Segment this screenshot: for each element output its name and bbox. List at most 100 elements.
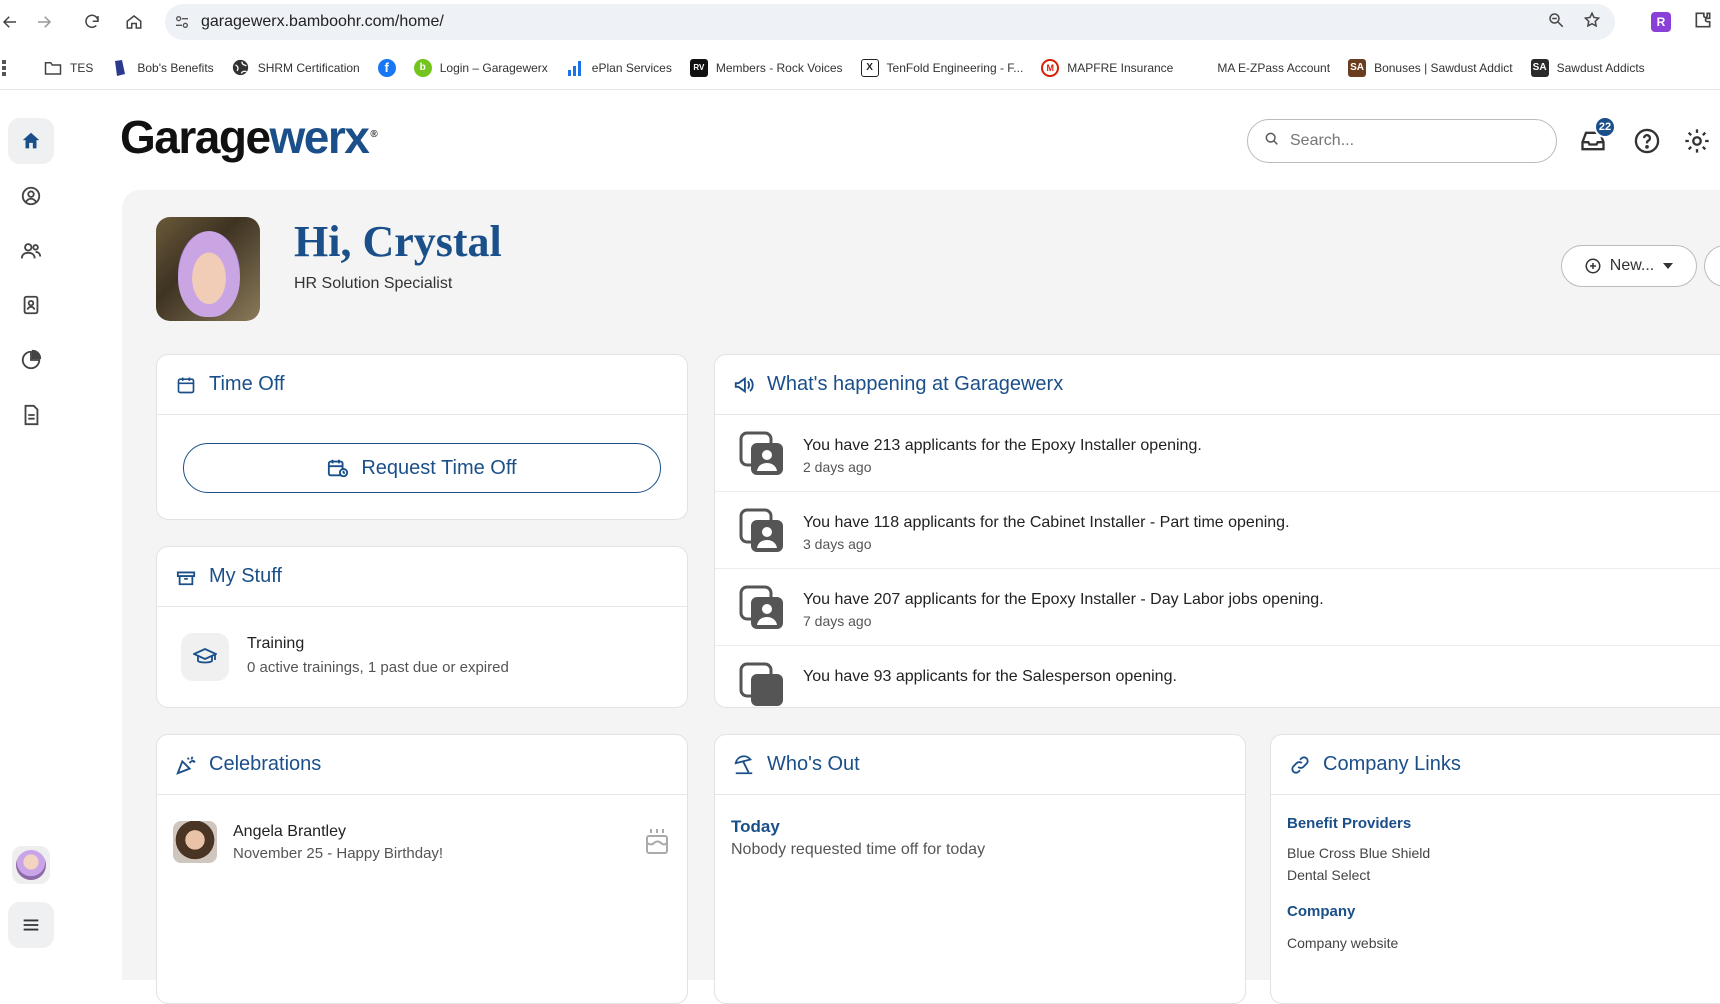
search-box[interactable]	[1247, 119, 1557, 163]
applicants-icon	[739, 662, 783, 706]
avatar	[178, 231, 240, 317]
training-status: 0 active trainings, 1 past due or expire…	[247, 659, 509, 676]
time-off-header: Time Off	[157, 355, 687, 415]
whos-out-card: Who's Out Today Nobody requested time of…	[714, 734, 1246, 1004]
link-company-website[interactable]: Company website	[1287, 935, 1398, 951]
document-icon	[24, 404, 39, 426]
whats-happening-header: What's happening at Garagewerx	[715, 355, 1720, 415]
time-off-card: Time Off Request Time Off	[156, 354, 688, 520]
company-logo[interactable]: Garagewerx ®	[120, 110, 378, 164]
bookmark-mapfre[interactable]: M MAPFRE Insurance	[1041, 58, 1173, 77]
plus-circle-icon	[1585, 258, 1601, 274]
back-icon[interactable]	[0, 4, 28, 40]
nav-directory[interactable]	[8, 282, 54, 328]
x-icon: X	[860, 58, 879, 77]
link-group-heading: Benefit Providers	[1287, 815, 1412, 832]
folder-icon	[44, 59, 62, 77]
megaphone-icon	[733, 374, 755, 396]
today-text: Nobody requested time off for today	[731, 841, 986, 858]
caret-down-icon	[1663, 263, 1674, 269]
url-text[interactable]: garagewerx.bamboohr.com/home/	[201, 13, 444, 31]
applicants-icon	[739, 585, 783, 629]
company-links-header: Company Links	[1271, 735, 1720, 795]
bamboo-icon: b	[413, 58, 432, 77]
nav-my-info[interactable]	[8, 173, 54, 219]
facebook-icon: f	[377, 58, 396, 77]
rail-user-avatar[interactable]	[12, 846, 50, 884]
celebration-detail: November 25 - Happy Birthday!	[233, 845, 444, 862]
page-title: Hi, Crystal	[294, 217, 502, 266]
forward-icon[interactable]	[26, 4, 62, 40]
settings-button[interactable]	[1680, 124, 1714, 158]
star-icon[interactable]	[1583, 11, 1601, 34]
notification-badge: 22	[1594, 116, 1616, 138]
bookmark-bobs-benefits[interactable]: Bob's Benefits	[111, 59, 214, 77]
feed-item[interactable]: You have 93 applicants for the Salespers…	[715, 646, 1720, 707]
people-icon	[20, 243, 42, 259]
address-bar[interactable]: garagewerx.bamboohr.com/home/	[165, 4, 1615, 40]
my-stuff-card: My Stuff Training 0 active trainings, 1 …	[156, 546, 688, 708]
globe-icon	[232, 59, 250, 77]
search-icon	[1264, 131, 1280, 152]
box-icon	[175, 566, 197, 588]
applicants-icon	[739, 431, 783, 475]
nav-reports[interactable]	[8, 337, 54, 383]
beach-umbrella-icon	[733, 754, 755, 776]
training-link[interactable]: Training	[247, 635, 304, 653]
graduation-cap-icon	[181, 633, 229, 681]
new-button[interactable]: New...	[1561, 245, 1697, 287]
site-settings-icon[interactable]	[165, 4, 199, 40]
home-nav-icon[interactable]	[116, 4, 152, 40]
reload-icon[interactable]	[74, 4, 110, 40]
nav-home[interactable]	[8, 118, 54, 164]
bookmark-sawdust-addicts[interactable]: SA Sawdust Addicts	[1530, 58, 1645, 77]
nav-people[interactable]	[8, 228, 54, 274]
bookmark-login-garagewerx[interactable]: b Login – Garagewerx	[413, 58, 548, 77]
person-circle-icon	[21, 186, 41, 206]
celebration-person-name[interactable]: Angela Brantley	[233, 823, 346, 841]
mapfre-icon: M	[1041, 58, 1060, 77]
help-icon	[1634, 128, 1660, 154]
bookmark-facebook[interactable]: f	[377, 58, 396, 77]
bookmark-tes[interactable]: TES	[44, 59, 93, 77]
applicants-icon	[739, 508, 783, 552]
birthday-cake-icon	[645, 827, 669, 860]
sa-icon: SA	[1530, 58, 1549, 77]
link-blue-cross[interactable]: Blue Cross Blue Shield	[1287, 845, 1430, 861]
calendar-icon	[175, 374, 197, 396]
bookmark-shrm[interactable]: SHRM Certification	[232, 59, 360, 77]
feed-item[interactable]: You have 213 applicants for the Epoxy In…	[715, 415, 1720, 492]
link-dental-select[interactable]: Dental Select	[1287, 867, 1370, 883]
rv-icon: RV	[689, 58, 708, 77]
nav-files[interactable]	[8, 392, 54, 438]
feed-item[interactable]: You have 118 applicants for the Cabinet …	[715, 492, 1720, 569]
bookmark-rock-voices[interactable]: RV Members - Rock Voices	[689, 58, 843, 77]
avatar	[16, 850, 46, 880]
help-button[interactable]	[1630, 124, 1664, 158]
bookmark-eplan[interactable]: ePlan Services	[566, 59, 672, 77]
extensions-puzzle-icon[interactable]	[1693, 10, 1713, 35]
zoom-icon[interactable]	[1547, 11, 1565, 34]
avatar[interactable]	[173, 821, 217, 863]
bookmarks-bar: TES Bob's Benefits SHRM Certification f …	[0, 46, 1720, 90]
gear-icon	[1685, 129, 1709, 153]
request-time-off-button[interactable]: Request Time Off	[183, 443, 661, 493]
calendar-clock-icon	[328, 459, 349, 478]
search-input[interactable]	[1290, 132, 1530, 150]
blank-icon	[1191, 58, 1210, 77]
apps-grid-icon[interactable]	[0, 59, 12, 76]
party-popper-icon	[175, 754, 197, 776]
bookmark-bonuses-sawdust[interactable]: SA Bonuses | Sawdust Addict	[1348, 58, 1513, 77]
feed-item[interactable]: You have 207 applicants for the Epoxy In…	[715, 569, 1720, 646]
link-icon	[1289, 754, 1311, 776]
bookmark-tenfold[interactable]: X TenFold Engineering - F...	[860, 58, 1023, 77]
badge-icon	[23, 295, 39, 315]
extension-r-icon[interactable]: R	[1651, 12, 1671, 32]
left-nav-rail	[0, 92, 62, 980]
profile-photo[interactable]	[156, 217, 260, 321]
bookmark-ezpass[interactable]: MA E-ZPass Account	[1191, 58, 1330, 77]
nav-menu[interactable]	[8, 902, 54, 948]
link-group-heading: Company	[1287, 903, 1356, 920]
hamburger-menu-icon	[23, 919, 39, 931]
my-stuff-header: My Stuff	[157, 547, 687, 607]
